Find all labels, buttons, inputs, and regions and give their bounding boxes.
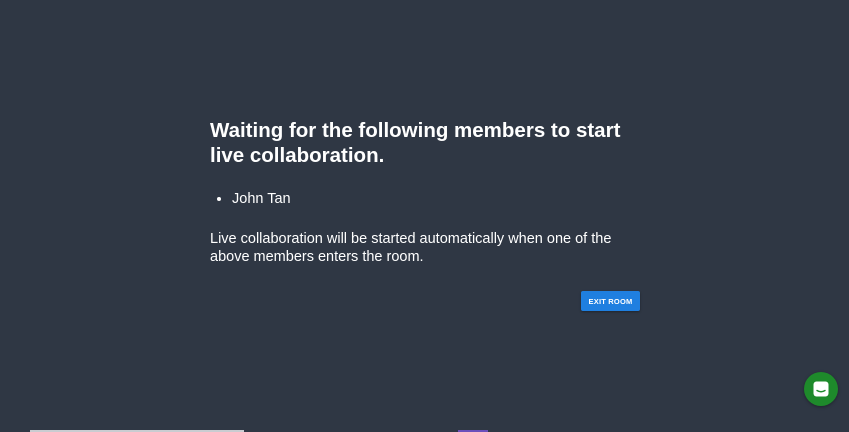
waiting-panel: Waiting for the following members to sta… [210,118,640,266]
actions-bar: EXIT ROOM [581,291,640,311]
waiting-info-text: Live collaboration will be started autom… [210,231,612,265]
member-list: John Tan [210,189,640,209]
member-item: John Tan [232,189,640,209]
chat-launcher-button[interactable] [804,372,838,406]
waiting-heading: Waiting for the following members to sta… [210,119,621,167]
chat-icon [812,380,830,398]
exit-room-button[interactable]: EXIT ROOM [581,291,640,311]
